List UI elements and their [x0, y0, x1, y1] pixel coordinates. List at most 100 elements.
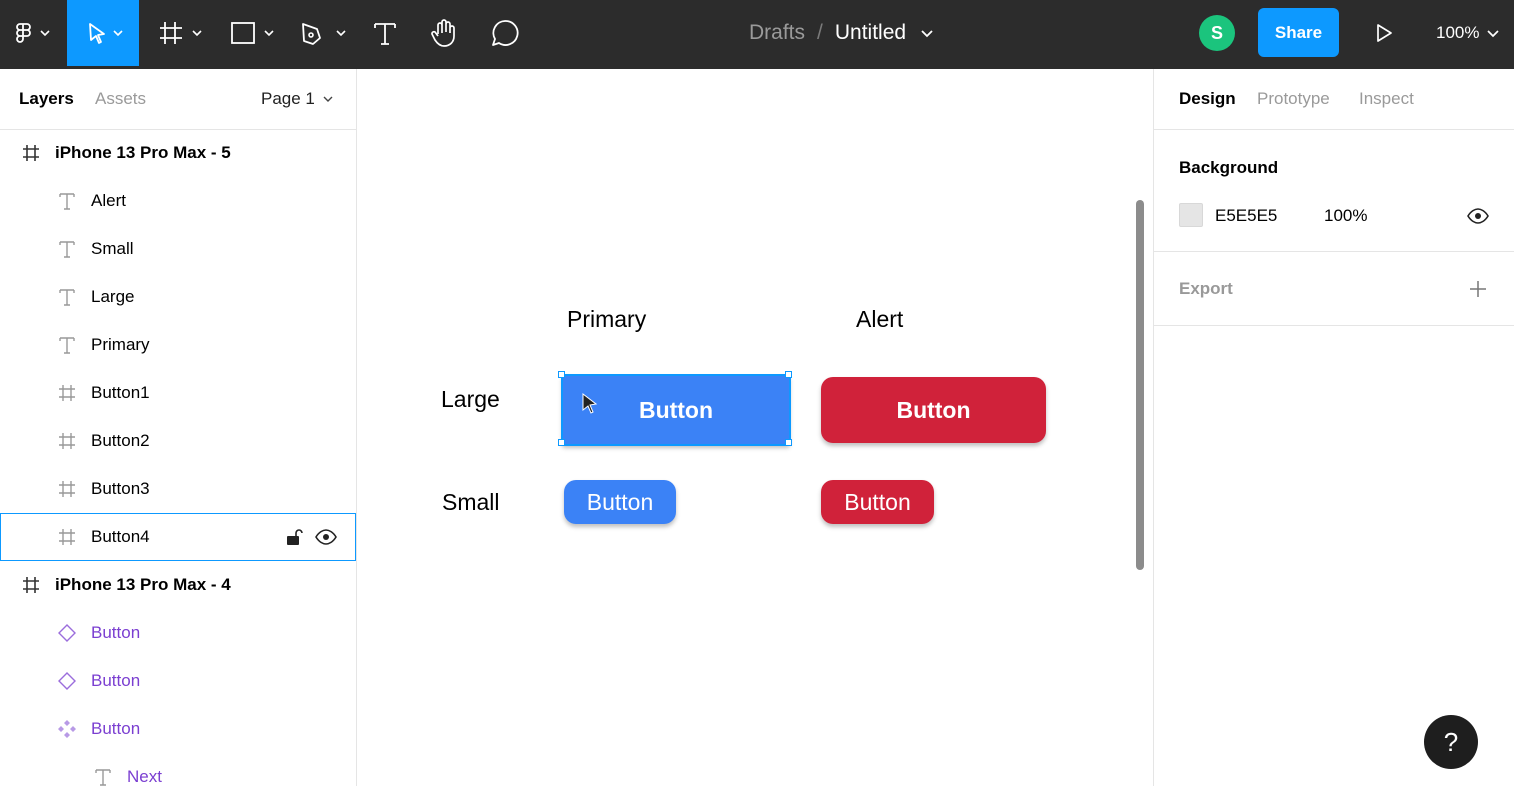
layer-name: Button — [91, 719, 141, 738]
move-tool-icon — [89, 23, 123, 44]
eye-icon[interactable] — [315, 529, 337, 545]
background-section: Background E5E5E5 100% — [1154, 130, 1514, 252]
canvas-label-alert[interactable]: Alert — [856, 306, 903, 333]
text-layer-icon — [57, 239, 77, 259]
layer-row-actions — [285, 527, 337, 547]
zoom-dropdown[interactable]: 100% — [1436, 0, 1503, 66]
frame-tool-button[interactable] — [150, 0, 210, 66]
frame-icon — [57, 479, 77, 499]
frame-tool-icon — [160, 22, 202, 44]
toolbar: Drafts / Untitled S Share 100% — [0, 0, 1514, 69]
layer-name: Button — [91, 671, 141, 690]
tab-prototype[interactable]: Prototype — [1257, 89, 1330, 109]
variant-icon — [57, 671, 77, 691]
layer-row[interactable]: Button2 — [0, 417, 356, 465]
canvas-label-primary[interactable]: Primary — [567, 306, 646, 333]
hand-tool-button[interactable] — [424, 0, 464, 66]
frame-icon — [21, 575, 41, 595]
rectangle-tool-button[interactable] — [222, 0, 282, 66]
layers-panel-tabs: Layers Assets Page 1 — [0, 69, 356, 130]
background-opacity-input[interactable]: 100% — [1324, 206, 1367, 226]
plus-icon[interactable] — [1468, 279, 1488, 299]
background-swatch[interactable] — [1179, 203, 1203, 227]
layer-row[interactable]: Button1 — [0, 369, 356, 417]
layer-row[interactable]: Next — [0, 753, 356, 786]
rectangle-tool-icon — [231, 22, 274, 44]
help-button[interactable]: ? — [1424, 715, 1478, 769]
tab-design[interactable]: Design — [1179, 89, 1236, 109]
share-button[interactable]: Share — [1258, 8, 1339, 57]
eye-icon[interactable] — [1467, 208, 1489, 224]
resize-handle[interactable] — [785, 439, 792, 446]
layer-name: Next — [127, 767, 162, 786]
play-icon — [1377, 24, 1392, 42]
text-tool-button[interactable] — [366, 0, 404, 66]
canvas-label-large[interactable]: Large — [441, 386, 500, 413]
layer-row[interactable]: Large — [0, 273, 356, 321]
move-tool-button[interactable] — [67, 0, 139, 66]
tab-assets[interactable]: Assets — [95, 89, 146, 109]
layer-row[interactable]: Button — [0, 609, 356, 657]
layer-row[interactable]: iPhone 13 Pro Max - 5 — [0, 129, 356, 177]
breadcrumb-drafts[interactable]: Drafts — [749, 21, 805, 45]
frame-icon — [57, 431, 77, 451]
button-label: Button — [586, 488, 654, 515]
page-selector[interactable]: Page 1 — [261, 89, 335, 109]
export-section: Export — [1154, 252, 1514, 326]
layer-name: iPhone 13 Pro Max - 4 — [55, 575, 231, 594]
layer-row[interactable]: iPhone 13 Pro Max - 4 — [0, 561, 356, 609]
pen-tool-icon — [302, 23, 346, 45]
chevron-down-icon — [1487, 30, 1500, 38]
background-title: Background — [1179, 158, 1279, 177]
canvas-scrollbar[interactable] — [1136, 200, 1144, 570]
figma-menu-icon — [16, 23, 50, 43]
chevron-down-icon — [323, 96, 333, 102]
resize-handle[interactable] — [785, 371, 792, 378]
button-small-primary[interactable]: Button — [564, 480, 676, 524]
cursor-icon — [582, 393, 598, 414]
tab-inspect[interactable]: Inspect — [1359, 89, 1414, 109]
avatar[interactable]: S — [1199, 15, 1235, 51]
file-name[interactable]: Untitled — [835, 21, 906, 45]
layer-name: Button1 — [91, 383, 150, 402]
frame-icon — [57, 527, 77, 547]
main-menu-button[interactable] — [0, 0, 66, 66]
layer-name: Large — [91, 287, 135, 306]
layer-name: Button — [91, 623, 141, 642]
resize-handle[interactable] — [558, 371, 565, 378]
tab-layers[interactable]: Layers — [19, 89, 74, 109]
chevron-down-icon[interactable] — [914, 23, 940, 43]
pen-tool-button[interactable] — [294, 0, 354, 66]
resize-handle[interactable] — [558, 439, 565, 446]
button-label: Button — [896, 396, 971, 423]
canvas[interactable]: Primary Alert Large Small Button Button … — [357, 69, 1153, 786]
layers-panel: Layers Assets Page 1 iPhone 13 Pro Max -… — [0, 69, 357, 786]
zoom-level: 100% — [1436, 23, 1480, 42]
layer-name: iPhone 13 Pro Max - 5 — [55, 143, 231, 162]
layer-name: Alert — [91, 191, 126, 210]
hand-tool-icon — [431, 19, 455, 47]
canvas-label-small[interactable]: Small — [442, 489, 500, 516]
background-hex-input[interactable]: E5E5E5 — [1215, 206, 1277, 226]
layer-row[interactable]: Button — [0, 705, 356, 753]
layer-name: Button3 — [91, 479, 150, 498]
layer-row[interactable]: Alert — [0, 177, 356, 225]
layer-row[interactable]: Primary — [0, 321, 356, 369]
comment-tool-button[interactable] — [486, 0, 524, 66]
button-small-alert[interactable]: Button — [821, 480, 934, 524]
button-large-alert[interactable]: Button — [821, 377, 1046, 443]
frame-icon — [21, 143, 41, 163]
layer-row[interactable]: Button3 — [0, 465, 356, 513]
present-button[interactable] — [1366, 0, 1402, 66]
layer-row-selected[interactable]: Button4 — [0, 513, 356, 561]
comment-tool-icon — [492, 20, 519, 46]
layer-row[interactable]: Small — [0, 225, 356, 273]
breadcrumb: Drafts / Untitled — [749, 0, 940, 66]
breadcrumb-separator: / — [817, 21, 823, 44]
unlock-icon[interactable] — [285, 527, 303, 547]
layer-name: Small — [91, 239, 134, 258]
layer-name: Primary — [91, 335, 150, 354]
layer-row[interactable]: Button — [0, 657, 356, 705]
page-name: Page 1 — [261, 89, 315, 108]
text-layer-icon — [57, 335, 77, 355]
